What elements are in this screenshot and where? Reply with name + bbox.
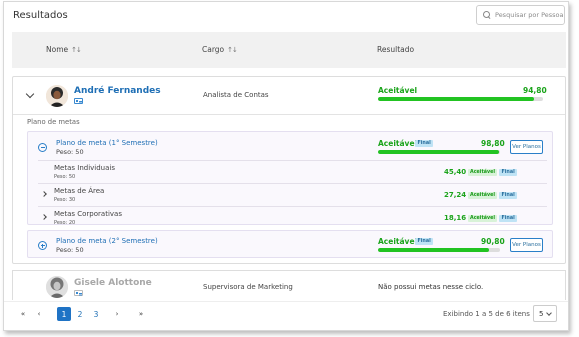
prev-page-button[interactable]: ‹ — [32, 307, 46, 321]
next-page-button[interactable]: › — [110, 307, 124, 321]
goal-name: Metas Individuais — [54, 164, 115, 172]
page-button-3[interactable]: 3 — [89, 307, 103, 321]
goal-score: 45,40 — [444, 168, 467, 176]
progress-fill — [378, 248, 489, 252]
sort-icon: ↑↓ — [71, 45, 82, 54]
status-badge: Aceitável — [468, 169, 498, 176]
avatar — [46, 85, 68, 107]
score-value: 94,80 — [523, 86, 547, 95]
score-value: 98,80 — [481, 139, 505, 148]
expand-icon[interactable] — [38, 241, 47, 250]
result-text: Não possui metas nesse ciclo. — [378, 283, 484, 291]
column-role[interactable]: Cargo ↑↓ — [202, 45, 238, 54]
final-badge: Final — [415, 140, 434, 147]
search-box[interactable] — [476, 5, 568, 25]
person-role: Supervisora de Marketing — [203, 283, 293, 291]
final-badge: Final — [499, 169, 518, 176]
plan-card-2: Plano de meta (2° Semestre) Peso: 50 Ace… — [27, 230, 553, 258]
progress-fill — [378, 150, 499, 154]
results-panel: Resultados Nome ↑↓ Cargo ↑↓ Resultado — [3, 1, 569, 331]
page-button-2[interactable]: 2 — [73, 307, 87, 321]
list-item[interactable]: Metas Corporativas Peso: 20 18,16 Aceitá… — [38, 206, 547, 229]
person-card-gisele[interactable]: Gisele Alottone Supervisora de Marketing… — [12, 270, 566, 300]
progress-fill — [378, 97, 535, 101]
person-name[interactable]: André Fernandes — [74, 86, 161, 96]
plan-weight: Peso: 50 — [56, 148, 84, 156]
status-badge: Aceitável — [468, 192, 498, 199]
avatar — [46, 276, 68, 298]
status-label: Aceitável — [378, 86, 418, 95]
status-badge: Aceitável — [468, 215, 498, 222]
collapse-icon[interactable] — [38, 143, 47, 152]
column-name[interactable]: Nome ↑↓ — [46, 45, 82, 54]
page-button-1[interactable]: 1 — [57, 307, 71, 321]
goal-weight: Peso: 20 — [54, 220, 76, 226]
plan-title[interactable]: Plano de meta (1° Semestre) — [56, 139, 158, 147]
chevron-down-icon[interactable] — [25, 89, 35, 99]
last-page-button[interactable]: » — [134, 307, 148, 321]
final-badge: Final — [499, 215, 518, 222]
goal-weight: Peso: 50 — [54, 174, 76, 180]
list-item[interactable]: Metas de Área Peso: 30 27,24 Aceitável F… — [38, 183, 547, 206]
final-badge: Final — [415, 238, 434, 245]
first-page-button[interactable]: « — [16, 307, 30, 321]
goal-name: Metas de Área — [54, 187, 105, 195]
person-card-andre: André Fernandes Analista de Contas Aceit… — [12, 76, 566, 264]
status-label: Aceitável — [378, 139, 418, 148]
pagination: « ‹ 1 2 3 › » Exibindo 1 a 5 de 6 itens … — [4, 301, 568, 330]
goal-score: 27,24 — [444, 191, 467, 199]
column-result: Resultado — [377, 45, 415, 54]
divider — [13, 114, 565, 115]
id-card-icon — [74, 98, 83, 104]
search-input[interactable] — [495, 11, 568, 19]
table-header: Nome ↑↓ Cargo ↑↓ Resultado — [12, 32, 566, 68]
list-item: Metas Individuais Peso: 50 45,40 Aceitáv… — [38, 160, 547, 183]
chevron-down-icon — [546, 309, 553, 316]
progress-bar — [378, 150, 500, 154]
chevron-right-icon[interactable] — [41, 214, 47, 220]
plan-title[interactable]: Plano de meta (2° Semestre) — [56, 237, 158, 245]
goal-name: Metas Corporativas — [54, 210, 122, 218]
chevron-right-icon[interactable] — [41, 191, 47, 197]
view-plans-button[interactable]: Ver Planos — [510, 140, 543, 154]
status-label: Aceitável — [378, 237, 418, 246]
plan-weight: Peso: 50 — [56, 246, 84, 254]
goal-score: 18,16 — [444, 214, 467, 222]
section-label: Plano de metas — [27, 118, 80, 126]
plan-card-1: Plano de meta (1° Semestre) Peso: 50 Ace… — [27, 131, 553, 226]
search-icon — [483, 11, 491, 19]
score-value: 90,80 — [481, 237, 505, 246]
view-plans-button[interactable]: Ver Planos — [510, 238, 543, 252]
progress-bar — [378, 97, 543, 101]
person-name[interactable]: Gisele Alottone — [74, 278, 152, 288]
range-text: Exibindo 1 a 5 de 6 itens — [443, 310, 530, 318]
person-role: Analista de Contas — [203, 91, 269, 99]
id-card-icon — [74, 290, 83, 296]
page-size-select[interactable]: 5 — [533, 305, 557, 322]
goal-weight: Peso: 30 — [54, 197, 76, 203]
progress-bar — [378, 248, 500, 252]
table-row[interactable]: André Fernandes Analista de Contas Aceit… — [13, 77, 565, 115]
final-badge: Final — [499, 192, 518, 199]
page-title: Resultados — [13, 10, 68, 21]
sort-icon: ↑↓ — [227, 45, 238, 54]
